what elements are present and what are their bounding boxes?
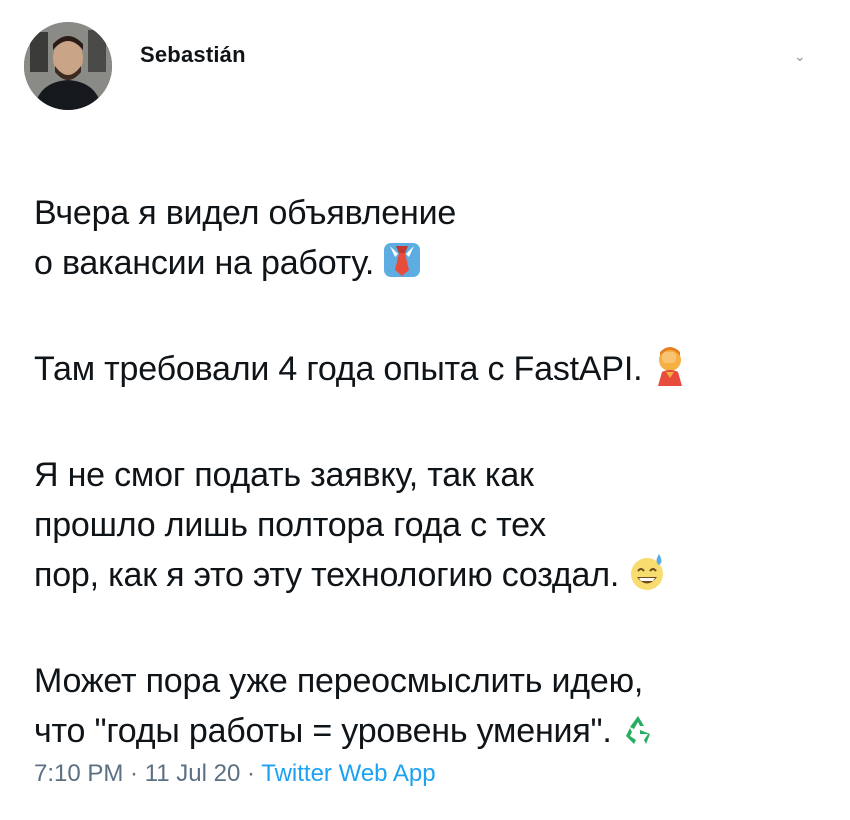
chevron-down-icon[interactable]: ⌄ <box>794 48 806 64</box>
tweet-line: Я не смог подать заявку, так как <box>34 456 534 494</box>
avatar-image <box>24 22 112 110</box>
tweet-time[interactable]: 7:10 PM <box>34 760 123 787</box>
tweet-text: Вчера я видел объявление о вакансии на р… <box>34 188 824 762</box>
necktie-icon <box>382 240 422 294</box>
tweet-source[interactable]: Twitter Web App <box>261 760 435 787</box>
sweat-smile-icon <box>627 552 667 606</box>
tweet-paragraph: Я не смог подать заявку, так как прошло … <box>34 450 824 606</box>
meta-separator: · <box>240 760 262 787</box>
tweet-paragraph: Вчера я видел объявление о вакансии на р… <box>34 188 824 294</box>
tweet-meta: 7:10 PM · 11 Jul 20 · Twitter Web App <box>34 760 436 788</box>
tweet-line: что "годы работы = уровень умения". <box>34 712 612 750</box>
tweet-line: прошло лишь полтора года с тех <box>34 506 546 544</box>
tweet-paragraph: Там требовали 4 года опыта с FastAPI. <box>34 344 824 400</box>
tweet-paragraph: Может пора уже переосмыслить идею, что "… <box>34 656 824 762</box>
tweet-line: о вакансии на работу. <box>34 244 375 282</box>
tweet-line: Вчера я видел объявление <box>34 194 457 232</box>
tweet-line: пор, как я это эту технологию создал. <box>34 556 620 594</box>
tweet-date[interactable]: 11 Jul 20 <box>145 760 241 787</box>
author-name[interactable]: Sebastián <box>140 42 246 68</box>
meta-separator: · <box>123 760 145 787</box>
tweet-line: Там требовали 4 года опыта с FastAPI. <box>34 350 643 388</box>
facepalm-icon <box>650 346 690 400</box>
tweet-header: Sebastián ⌄ <box>24 22 824 114</box>
recycle-icon <box>620 712 656 762</box>
avatar[interactable] <box>24 22 112 110</box>
tweet-line: Может пора уже переосмыслить идею, <box>34 662 644 700</box>
